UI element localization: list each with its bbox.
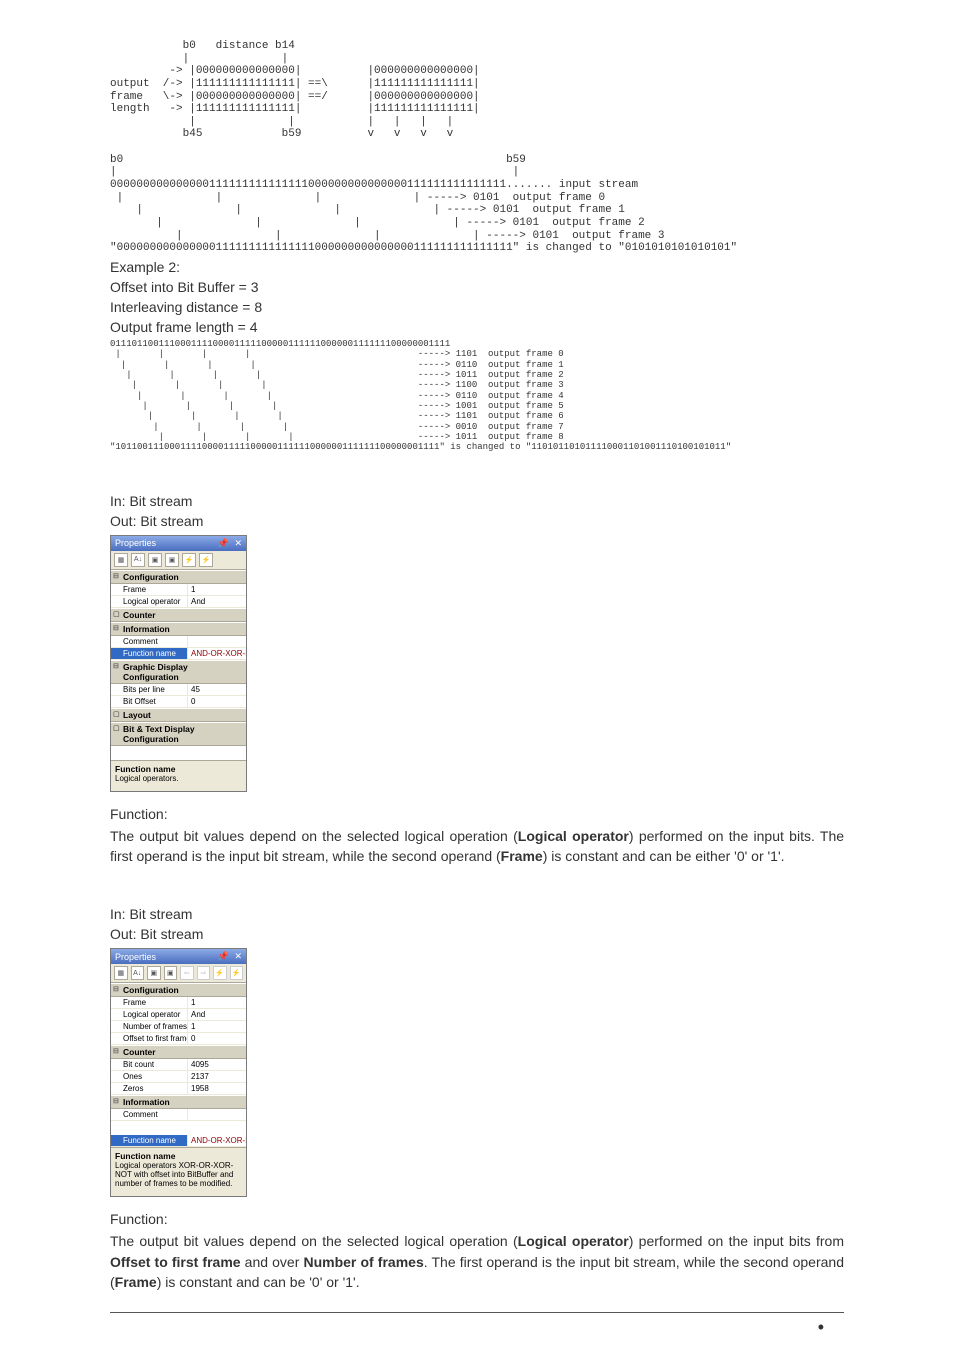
panel2-row-comment[interactable]: Comment	[111, 1109, 246, 1121]
panel1-row-logical-operator[interactable]: Logical operator And	[111, 596, 246, 608]
properties-panel-1: Properties 📌 ✕ ▦ A↓ ▣ ▣ ⚡ ⚡ Configuratio…	[110, 535, 247, 792]
panel2-description: Function name Logical operators XOR-OR-X…	[111, 1147, 246, 1196]
panel1-toolbar: ▦ A↓ ▣ ▣ ⚡ ⚡	[111, 551, 246, 570]
nav-icon-2[interactable]: ⇒	[197, 966, 211, 980]
example2-line-distance: Interleaving distance = 8	[110, 299, 844, 315]
panel2-row-zeros[interactable]: Zeros 1958	[111, 1083, 246, 1095]
nav-icon-4[interactable]: ⚡	[230, 966, 244, 980]
categorize-icon[interactable]: ▦	[114, 553, 128, 567]
panel1-section-graphic-display[interactable]: Graphic Display Configuration	[111, 660, 246, 684]
panel2-row-frame[interactable]: Frame 1	[111, 997, 246, 1009]
io-in-label-2: In: Bit stream	[110, 906, 844, 922]
panel2-row-ones[interactable]: Ones 2137	[111, 1071, 246, 1083]
io-out-label-1: Out: Bit stream	[110, 513, 844, 529]
panel1-row-frame[interactable]: Frame 1	[111, 584, 246, 596]
prop-page-icon[interactable]: ▣	[147, 966, 161, 980]
panel1-desc-title: Function name	[115, 764, 175, 774]
close-icon[interactable]: ✕	[234, 538, 242, 548]
panel1-titlebar: Properties 📌 ✕	[111, 536, 246, 551]
example2-line-offset: Offset into Bit Buffer = 3	[110, 279, 844, 295]
pin-icon[interactable]: 📌	[218, 951, 229, 961]
panel2-row-offset-to-first-frame[interactable]: Offset to first frame 0	[111, 1033, 246, 1045]
panel2-titlebar: Properties 📌 ✕	[111, 949, 246, 964]
function-description-2: The output bit values depend on the sele…	[110, 1231, 844, 1292]
panel2-desc-body: Logical operators XOR-OR-XOR-NOT with of…	[115, 1161, 233, 1188]
panel1-section-information[interactable]: Information	[111, 622, 246, 636]
function-description-1: The output bit values depend on the sele…	[110, 826, 844, 867]
io-out-label-2: Out: Bit stream	[110, 926, 844, 942]
prop-page-icon-2[interactable]: ▣	[164, 966, 178, 980]
panel2-toolbar: ▦ A↓ ▣ ▣ ⇐ ⇒ ⚡ ⚡	[111, 964, 246, 983]
panel2-desc-title: Function name	[115, 1151, 175, 1161]
pin-icon[interactable]: 📌	[218, 538, 229, 548]
interleave-diagram-2: 0111011001110001111000011111000001111110…	[110, 339, 844, 442]
nav-icon[interactable]: ⇐	[180, 966, 194, 980]
function-label-1: Function:	[110, 806, 844, 822]
sort-icon[interactable]: A↓	[131, 966, 145, 980]
panel1-desc-body: Logical operators.	[115, 774, 179, 783]
panel1-description: Function name Logical operators.	[111, 760, 246, 791]
panel2-section-information[interactable]: Information	[111, 1095, 246, 1109]
panel1-section-counter[interactable]: Counter	[111, 608, 246, 622]
lightning-icon[interactable]: ⚡	[182, 553, 196, 567]
panel2-section-configuration[interactable]: Configuration	[111, 983, 246, 997]
prop-page-icon[interactable]: ▣	[148, 553, 162, 567]
panel1-section-layout[interactable]: Layout	[111, 708, 246, 722]
panel2-title-text: Properties	[115, 952, 156, 962]
close-icon[interactable]: ✕	[234, 951, 242, 961]
panel2-row-logical-operator[interactable]: Logical operator And	[111, 1009, 246, 1021]
panel1-row-bits-per-line[interactable]: Bits per line 45	[111, 684, 246, 696]
panel1-section-bit-text-display[interactable]: Bit & Text Display Configuration	[111, 722, 246, 746]
panel1-section-configuration[interactable]: Configuration	[111, 570, 246, 584]
panel1-row-bit-offset[interactable]: Bit Offset 0	[111, 696, 246, 708]
panel2-row-function-name[interactable]: Function name AND-OR-XOR-NOT	[111, 1135, 246, 1147]
example2-line-framelen: Output frame length = 4	[110, 319, 844, 335]
diagram2-footer: "101100111000111100001111100000111111000…	[110, 442, 844, 452]
example2-heading: Example 2:	[110, 259, 844, 275]
panel1-row-comment[interactable]: Comment	[111, 636, 246, 648]
categorize-icon[interactable]: ▦	[114, 966, 128, 980]
panel1-title-text: Properties	[115, 538, 156, 548]
page-divider	[110, 1312, 844, 1313]
interleave-diagram-1: b0 distance b14 | | -> |000000000000000|…	[110, 40, 844, 242]
panel2-section-counter[interactable]: Counter	[111, 1045, 246, 1059]
nav-icon-3[interactable]: ⚡	[213, 966, 227, 980]
panel1-row-function-name[interactable]: Function name AND-OR-XOR-NOT	[111, 648, 246, 660]
panel2-row-bit-count[interactable]: Bit count 4095	[111, 1059, 246, 1071]
properties-panel-2: Properties 📌 ✕ ▦ A↓ ▣ ▣ ⇐ ⇒ ⚡ ⚡ Configur…	[110, 948, 247, 1197]
bullet-icon: •	[110, 1317, 844, 1338]
panel2-row-number-of-frames[interactable]: Number of frames 1	[111, 1021, 246, 1033]
diagram1-footer: "000000000000000111111111111111000000000…	[110, 242, 844, 255]
io-in-label-1: In: Bit stream	[110, 493, 844, 509]
lightning-icon-2[interactable]: ⚡	[199, 553, 213, 567]
prop-page-icon-2[interactable]: ▣	[165, 553, 179, 567]
sort-icon[interactable]: A↓	[131, 553, 145, 567]
function-label-2: Function:	[110, 1211, 844, 1227]
